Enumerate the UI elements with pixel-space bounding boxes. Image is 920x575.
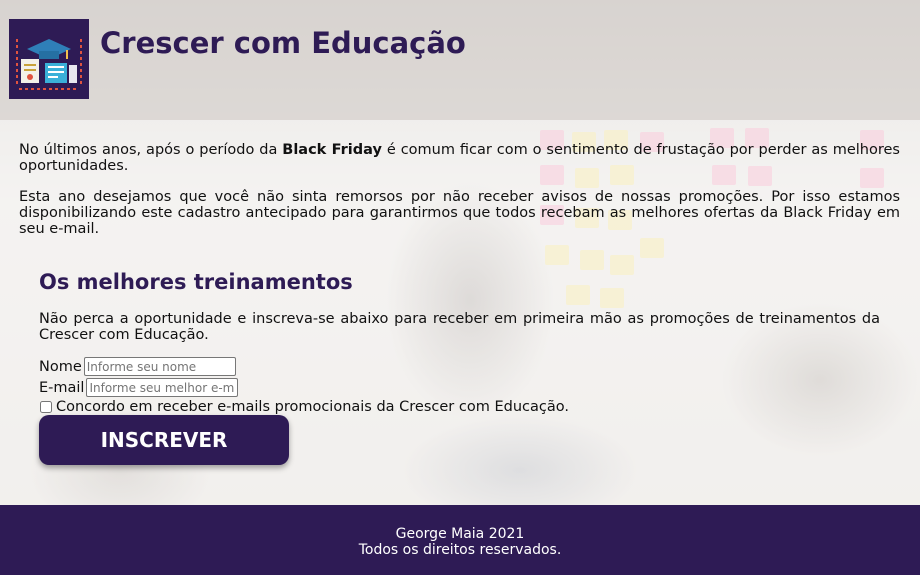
black-friday-highlight: Black Friday xyxy=(282,142,382,158)
name-row: Nome xyxy=(39,357,236,376)
site-footer: George Maia 2021 Todos os direitos reser… xyxy=(0,505,920,575)
email-row: E-mail xyxy=(39,378,239,397)
site-header: Crescer com Educação xyxy=(0,0,920,120)
consent-checkbox[interactable] xyxy=(40,401,52,413)
intro-text-start: No últimos anos, após o período da xyxy=(19,142,283,158)
name-label: Nome xyxy=(39,358,82,375)
site-title: Crescer com Educação xyxy=(100,26,466,60)
consent-label[interactable]: Concordo em receber e-mails promocionais… xyxy=(56,399,569,415)
subscribe-button[interactable]: INSCREVER xyxy=(39,415,289,465)
section-description: Não perca a oportunidade e inscreva-se a… xyxy=(39,311,880,343)
main-content: No últimos anos, após o período da Black… xyxy=(0,120,920,505)
logo-graduation-cap-icon xyxy=(9,19,89,99)
consent-row: Concordo em receber e-mails promocionais… xyxy=(39,399,569,415)
email-input[interactable] xyxy=(86,378,239,397)
name-input[interactable] xyxy=(83,357,236,376)
intro-paragraph-1: No últimos anos, após o período da Black… xyxy=(19,142,900,174)
footer-author: George Maia 2021 xyxy=(395,526,525,542)
intro-paragraph-2: Esta ano desejamos que você não sinta re… xyxy=(19,189,900,237)
section-title: Os melhores treinamentos xyxy=(39,270,353,294)
footer-rights: Todos os direitos reservados. xyxy=(358,542,562,558)
email-label: E-mail xyxy=(39,379,85,396)
